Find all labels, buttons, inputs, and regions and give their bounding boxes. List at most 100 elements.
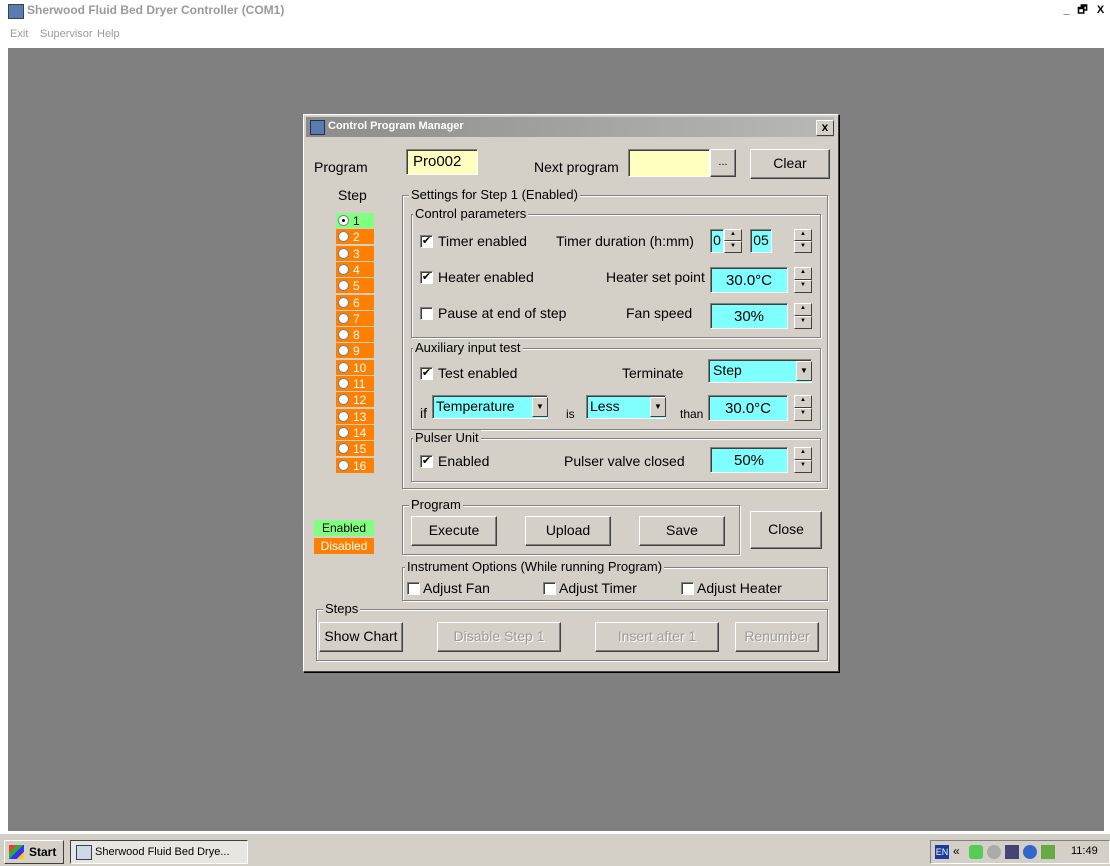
step-item-9[interactable]: 9 bbox=[336, 343, 374, 359]
compare-dropdown-icon[interactable]: ▼ bbox=[650, 397, 666, 417]
input-dropdown-icon[interactable]: ▼ bbox=[532, 397, 548, 417]
threshold-field[interactable]: 30.0°C bbox=[708, 395, 788, 421]
step-item-15[interactable]: 15 bbox=[336, 441, 374, 457]
step-radio[interactable] bbox=[338, 345, 349, 357]
step-number: 15 bbox=[353, 442, 367, 457]
timer-minutes-field[interactable]: 05 bbox=[750, 229, 772, 253]
network-icon[interactable] bbox=[987, 845, 1001, 859]
show-chart-button[interactable]: Show Chart bbox=[319, 622, 403, 652]
step-radio[interactable] bbox=[338, 296, 349, 308]
program-label: Program bbox=[314, 159, 368, 175]
close-button[interactable]: Close bbox=[750, 511, 822, 549]
step-item-6[interactable]: 6 bbox=[336, 294, 374, 310]
timer-hours-field[interactable]: 0 bbox=[710, 229, 724, 253]
step-radio[interactable] bbox=[338, 280, 349, 292]
step-radio[interactable] bbox=[338, 263, 349, 275]
monitor-icon[interactable] bbox=[1005, 845, 1019, 859]
heater-setpoint-spinner[interactable]: ▲ ▼ bbox=[794, 267, 812, 293]
main-window-title: Sherwood Fluid Bed Dryer Controller (COM… bbox=[27, 3, 285, 17]
start-button[interactable]: Start bbox=[4, 840, 64, 864]
maximize-button[interactable]: 🗗 bbox=[1076, 4, 1089, 17]
menu-supervisor[interactable]: Supervisor bbox=[40, 28, 93, 40]
step-item-8[interactable]: 8 bbox=[336, 327, 374, 343]
update-icon[interactable] bbox=[1023, 845, 1037, 859]
step-number: 8 bbox=[353, 328, 360, 343]
browse-button[interactable]: ... bbox=[710, 149, 736, 177]
pulser-valve-spinner[interactable]: ▲ ▼ bbox=[794, 447, 812, 473]
dialog-close-icon[interactable]: x bbox=[816, 120, 834, 136]
step-radio[interactable] bbox=[338, 329, 349, 341]
step-item-7[interactable]: 7 bbox=[336, 310, 374, 326]
program-group: Program Execute Upload Save bbox=[402, 497, 740, 555]
step-item-2[interactable]: 2 bbox=[336, 229, 374, 245]
renumber-button[interactable]: Renumber bbox=[735, 622, 819, 652]
step-radio[interactable] bbox=[338, 443, 349, 455]
pulser-valve-field[interactable]: 50% bbox=[710, 447, 788, 473]
heater-setpoint-field[interactable]: 30.0°C bbox=[710, 267, 788, 293]
pulser-enabled-checkbox[interactable]: ✔ bbox=[420, 455, 433, 468]
next-program-field[interactable] bbox=[628, 149, 710, 177]
battery-icon[interactable] bbox=[1041, 845, 1055, 859]
step-item-14[interactable]: 14 bbox=[336, 424, 374, 440]
step-item-10[interactable]: 10 bbox=[336, 359, 374, 375]
step-item-3[interactable]: 3 bbox=[336, 245, 374, 261]
save-button[interactable]: Save bbox=[639, 516, 725, 546]
step-item-13[interactable]: 13 bbox=[336, 408, 374, 424]
execute-button[interactable]: Execute bbox=[411, 516, 497, 546]
minimize-button[interactable]: _ bbox=[1060, 4, 1073, 17]
timer-hours-spinner[interactable]: ▲ ▼ bbox=[724, 229, 742, 253]
menu-help[interactable]: Help bbox=[97, 28, 120, 40]
step-number: 1 bbox=[353, 214, 360, 228]
disable-step-button[interactable]: Disable Step 1 bbox=[437, 622, 561, 652]
step-item-16[interactable]: 16 bbox=[336, 457, 374, 473]
adjust-fan-label: Adjust Fan bbox=[423, 580, 490, 596]
pause-checkbox[interactable] bbox=[420, 307, 433, 320]
program-name-field[interactable]: Pro002 bbox=[406, 149, 478, 175]
step-radio[interactable] bbox=[338, 231, 349, 243]
adjust-heater-checkbox[interactable] bbox=[681, 582, 694, 595]
step-radio[interactable] bbox=[338, 410, 349, 422]
test-enabled-checkbox[interactable]: ✔ bbox=[420, 367, 433, 380]
pulser-enabled-label: Enabled bbox=[438, 453, 490, 469]
adjust-timer-checkbox[interactable] bbox=[543, 582, 556, 595]
step-radio[interactable] bbox=[338, 215, 349, 226]
terminate-dropdown-icon[interactable]: ▼ bbox=[796, 361, 812, 381]
upload-button[interactable]: Upload bbox=[525, 516, 611, 546]
step-item-11[interactable]: 11 bbox=[336, 376, 374, 391]
threshold-spinner[interactable]: ▲ ▼ bbox=[794, 395, 812, 421]
step-number: 10 bbox=[353, 360, 367, 375]
dialog-title-bar[interactable]: Control Program Manager x bbox=[306, 117, 834, 137]
step-radio[interactable] bbox=[338, 459, 349, 471]
auxiliary-input-group: Auxiliary input test ✔ Test enabled Term… bbox=[411, 340, 821, 430]
heater-enabled-checkbox[interactable]: ✔ bbox=[420, 271, 433, 284]
tray-expand-icon[interactable]: « bbox=[953, 844, 960, 858]
input-select[interactable]: Temperature bbox=[432, 395, 548, 419]
clear-button[interactable]: Clear bbox=[750, 149, 830, 179]
step-radio[interactable] bbox=[338, 378, 349, 389]
fan-speed-field[interactable]: 30% bbox=[710, 303, 788, 329]
settings-group: Settings for Step 1 (Enabled) Control pa… bbox=[402, 187, 828, 489]
timer-minutes-spinner[interactable]: ▲ ▼ bbox=[794, 229, 812, 253]
timer-enabled-checkbox[interactable]: ✔ bbox=[420, 235, 433, 248]
step-radio[interactable] bbox=[338, 394, 349, 406]
step-item-1[interactable]: 1 bbox=[336, 213, 374, 228]
language-icon[interactable]: EN bbox=[935, 845, 949, 859]
close-window-button[interactable]: X bbox=[1094, 4, 1107, 17]
step-item-5[interactable]: 5 bbox=[336, 278, 374, 294]
step-radio[interactable] bbox=[338, 312, 349, 324]
heater-setpoint-label: Heater set point bbox=[606, 269, 705, 285]
step-item-12[interactable]: 12 bbox=[336, 392, 374, 408]
security-icon[interactable] bbox=[969, 845, 983, 859]
menu-exit[interactable]: Exit bbox=[10, 28, 28, 40]
timer-enabled-label: Timer enabled bbox=[438, 233, 527, 249]
step-item-4[interactable]: 4 bbox=[336, 261, 374, 277]
fan-speed-spinner[interactable]: ▲ ▼ bbox=[794, 303, 812, 329]
legend-disabled: Disabled bbox=[314, 538, 374, 554]
step-radio[interactable] bbox=[338, 426, 349, 438]
pulser-unit-title: Pulser Unit bbox=[413, 430, 481, 445]
adjust-fan-checkbox[interactable] bbox=[407, 582, 420, 595]
step-radio[interactable] bbox=[338, 361, 349, 373]
step-radio[interactable] bbox=[338, 247, 349, 259]
taskbar-app-button[interactable]: Sherwood Fluid Bed Drye... bbox=[70, 840, 248, 864]
insert-after-button[interactable]: Insert after 1 bbox=[595, 622, 719, 652]
